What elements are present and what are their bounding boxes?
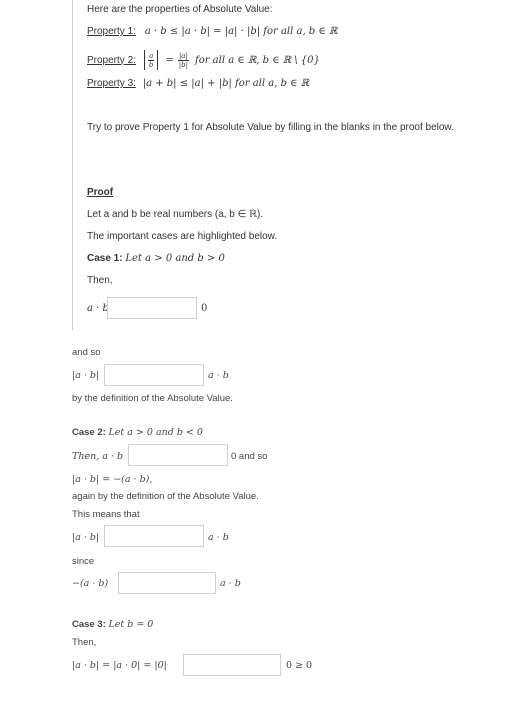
case-2: Case 2: Let a > 0 and b < 0 xyxy=(72,427,203,438)
abs-ab-1: |a · b| xyxy=(72,370,100,381)
proof-heading: Proof xyxy=(87,187,114,198)
case-1-ab: a · b xyxy=(87,303,109,314)
ab-1: a · b xyxy=(208,370,229,381)
property-2-right-fraction: |a| |b| xyxy=(177,51,189,69)
case-3-chain: |a · b| = |a · 0| = |0| xyxy=(72,660,167,671)
case-2-blank-input[interactable] xyxy=(128,444,228,466)
property-3-link[interactable]: Property 3: xyxy=(87,78,136,89)
case-2-abs-eq: |a · b| = −(a · b), xyxy=(72,474,153,485)
property-3-statement: |a + b| ≤ |a| + |b| for all a, b ∈ ℝ xyxy=(142,78,310,89)
property-2-statement: for all a ∈ ℝ, b ∈ ℝ \ {0} xyxy=(195,54,320,66)
case-3-label: Case 3: xyxy=(72,619,106,630)
intro-text: Here are the properties of Absolute Valu… xyxy=(87,4,273,15)
case-2-zero-and-so: 0 and so xyxy=(231,451,268,462)
property-1: Property 1: a · b ≤ |a · b| = |a| · |b| … xyxy=(87,26,337,37)
ab-2: a · b xyxy=(208,532,229,543)
case-1-blank-input[interactable] xyxy=(107,297,197,319)
abs-ab-2: |a · b| xyxy=(72,532,100,543)
instruction-text: Try to prove Property 1 for Absolute Val… xyxy=(87,122,454,133)
case-3-zero-ge-zero: 0 ≥ 0 xyxy=(286,660,313,671)
proof-panel: Here are the properties of Absolute Valu… xyxy=(72,0,515,330)
case-2-blank-input-3[interactable] xyxy=(118,572,216,594)
ab-3: a · b xyxy=(220,578,241,589)
property-2: Property 2: a b = |a| |b| for all a ∈ ℝ,… xyxy=(87,50,320,70)
case-3-then: Then, xyxy=(72,637,97,648)
case-1-then: Then, xyxy=(87,275,113,286)
case-1-zero: 0 xyxy=(201,303,208,314)
proof-important: The important cases are highlighted belo… xyxy=(87,231,278,242)
property-3: Property 3: |a + b| ≤ |a| + |b| for all … xyxy=(87,78,309,89)
neg-ab: −(a · b) xyxy=(72,578,109,589)
property-1-statement: a · b ≤ |a · b| = |a| · |b| for all a, b… xyxy=(144,26,338,37)
case-1-text: Let a > 0 and b > 0 xyxy=(125,253,225,264)
case-2-then-ab: Then, a · b xyxy=(72,451,124,462)
this-means-text: This means that xyxy=(72,509,140,520)
property-2-link[interactable]: Property 2: xyxy=(87,55,136,66)
again-text: again by the definition of the Absolute … xyxy=(72,491,259,502)
case-2-text: Let a > 0 and b < 0 xyxy=(108,427,203,438)
case-2-label: Case 2: xyxy=(72,427,106,438)
property-2-left-fraction: a b xyxy=(147,51,155,69)
proof-let: Let a and b be real numbers (a, b ∈ ℝ). xyxy=(87,209,264,220)
case-1-blank-input-2[interactable] xyxy=(104,364,204,386)
by-definition-text: by the definition of the Absolute Value. xyxy=(72,393,233,404)
case-1: Case 1: Let a > 0 and b > 0 xyxy=(87,253,225,264)
case-3-blank-input[interactable] xyxy=(183,654,281,676)
case-2-blank-input-2[interactable] xyxy=(104,525,204,547)
since-text: since xyxy=(72,556,95,567)
property-1-link[interactable]: Property 1: xyxy=(87,26,136,37)
case-3: Case 3: Let b = 0 xyxy=(72,619,153,630)
case-3-text: Let b = 0 xyxy=(108,619,154,630)
and-so-text: and so xyxy=(72,347,101,358)
case-1-label: Case 1: xyxy=(87,253,123,264)
